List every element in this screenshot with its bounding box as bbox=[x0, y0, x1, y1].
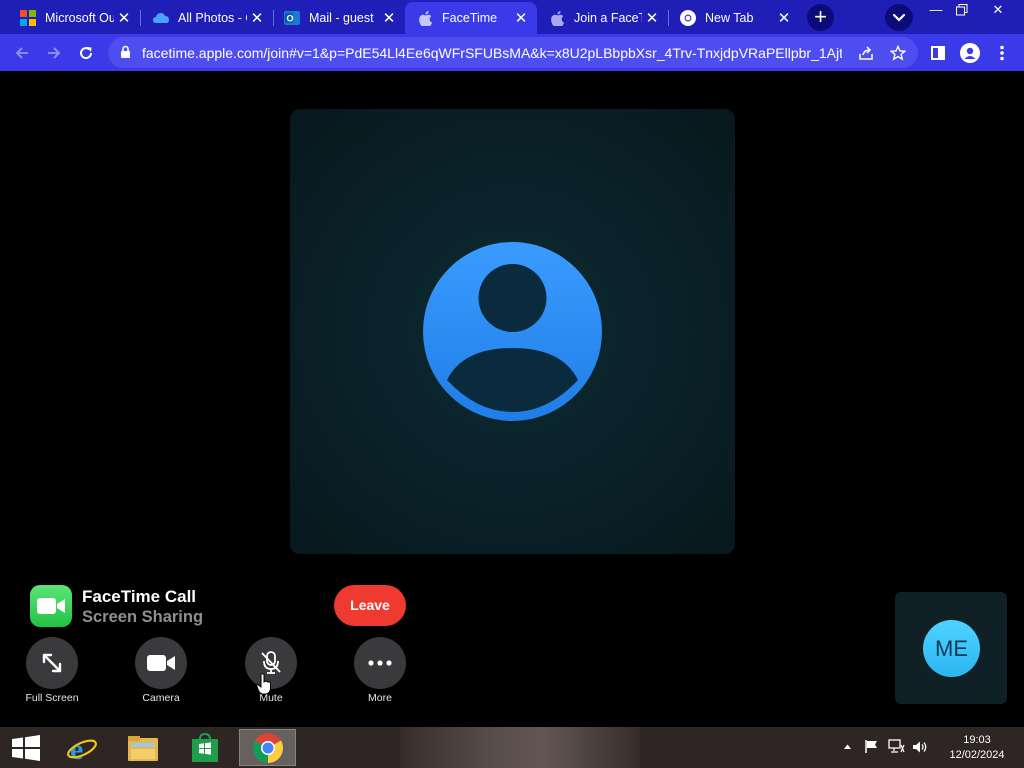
leave-call-button[interactable]: Leave bbox=[334, 585, 406, 626]
control-label: Camera bbox=[142, 692, 180, 704]
taskbar-store[interactable] bbox=[179, 729, 231, 766]
chevron-down-icon bbox=[892, 13, 906, 22]
self-avatar: ME bbox=[923, 620, 980, 677]
remote-participant-tile bbox=[290, 109, 735, 554]
forward-button[interactable] bbox=[40, 39, 68, 67]
clock-time: 19:03 bbox=[963, 734, 991, 746]
camera-control[interactable]: Camera bbox=[131, 637, 191, 704]
browser-tab-strip: Microsoft Ou ✕ All Photos - C ✕ O Mail -… bbox=[0, 0, 1024, 34]
tab-title: FaceTime bbox=[442, 11, 498, 25]
clock-date: 12/02/2024 bbox=[949, 749, 1005, 761]
microsoft-icon bbox=[20, 10, 36, 26]
tab-title: Mail - guest bbox=[309, 11, 374, 25]
reload-button[interactable] bbox=[72, 39, 100, 67]
show-hidden-icons[interactable] bbox=[843, 740, 852, 754]
svg-text:O: O bbox=[287, 14, 294, 24]
call-subtitle: Screen Sharing bbox=[82, 608, 204, 626]
windows-logo-icon bbox=[12, 734, 40, 761]
self-view-tile[interactable]: ME bbox=[895, 592, 1007, 704]
facetime-app-icon bbox=[30, 585, 72, 627]
network-icon[interactable] bbox=[888, 739, 905, 757]
facetime-call-view: FaceTime Call Screen Sharing Leave Full … bbox=[0, 71, 1024, 727]
call-title: FaceTime Call bbox=[82, 587, 197, 606]
more-button[interactable] bbox=[354, 637, 406, 689]
arrow-right-icon bbox=[48, 47, 61, 59]
side-panel-icon bbox=[931, 46, 945, 60]
camera-button[interactable] bbox=[135, 637, 187, 689]
lock-icon bbox=[121, 45, 130, 58]
tab-title: All Photos - C bbox=[178, 11, 247, 25]
close-window-button[interactable]: ✕ bbox=[982, 0, 1014, 22]
taskbar-file-explorer[interactable] bbox=[117, 729, 169, 766]
taskbar-clock[interactable]: 19:03 12/02/2024 bbox=[944, 733, 1010, 763]
hand-cursor-icon bbox=[256, 673, 271, 695]
camera-icon bbox=[147, 655, 175, 671]
tab-all-photos[interactable]: All Photos - C ✕ bbox=[141, 2, 273, 34]
taskbar-background bbox=[400, 727, 640, 768]
close-tab-icon[interactable]: ✕ bbox=[379, 8, 399, 28]
kebab-menu-icon bbox=[1000, 45, 1004, 61]
restore-window-button[interactable] bbox=[946, 0, 978, 22]
taskbar-chrome[interactable] bbox=[239, 729, 296, 766]
close-tab-icon[interactable]: ✕ bbox=[774, 8, 794, 28]
tab-microsoft-outlook[interactable]: Microsoft Ou ✕ bbox=[0, 2, 140, 34]
tab-facetime[interactable]: FaceTime ✕ bbox=[405, 2, 537, 34]
more-control[interactable]: More bbox=[350, 637, 410, 704]
url-text: facetime.apple.com/join#v=1&p=PdE54Ll4Ee… bbox=[142, 45, 842, 61]
control-label: More bbox=[368, 692, 392, 704]
volume-icon[interactable] bbox=[912, 740, 929, 757]
mic-muted-icon bbox=[261, 651, 281, 674]
tab-title: Microsoft Ou bbox=[45, 11, 114, 25]
address-bar[interactable]: facetime.apple.com/join#v=1&p=PdE54Ll4Ee… bbox=[108, 37, 918, 68]
full-screen-control[interactable]: Full Screen bbox=[22, 637, 82, 704]
internet-explorer-icon: e bbox=[67, 733, 97, 764]
windows-taskbar: e 19:03 12/02/2024 bbox=[0, 727, 1024, 768]
tab-mail[interactable]: O Mail - guest ✕ bbox=[274, 2, 405, 34]
person-placeholder-icon bbox=[423, 242, 602, 421]
action-center-flag-icon[interactable] bbox=[864, 739, 879, 757]
close-tab-icon[interactable]: ✕ bbox=[114, 8, 134, 28]
side-panel-button[interactable] bbox=[924, 39, 952, 67]
arrow-left-icon bbox=[15, 47, 28, 59]
close-tab-icon[interactable]: ✕ bbox=[511, 8, 531, 28]
tab-search-button[interactable] bbox=[885, 4, 913, 31]
chrome-icon bbox=[680, 10, 696, 26]
close-tab-icon[interactable]: ✕ bbox=[642, 8, 662, 28]
tab-title: New Tab bbox=[705, 11, 754, 25]
tab-title: Join a FaceTi bbox=[574, 11, 642, 25]
new-tab-button[interactable]: + bbox=[807, 4, 834, 31]
fullscreen-icon bbox=[42, 653, 62, 673]
share-icon[interactable] bbox=[856, 43, 876, 63]
chrome-icon bbox=[252, 732, 283, 763]
reload-icon bbox=[80, 47, 93, 60]
control-label: Full Screen bbox=[25, 692, 79, 704]
onedrive-icon bbox=[153, 10, 169, 26]
store-icon bbox=[192, 732, 218, 762]
apple-icon bbox=[417, 10, 433, 26]
browser-menu-button[interactable] bbox=[988, 39, 1016, 67]
full-screen-button[interactable] bbox=[26, 637, 78, 689]
more-icon bbox=[368, 660, 392, 666]
close-tab-icon[interactable]: ✕ bbox=[247, 8, 267, 28]
browser-toolbar: facetime.apple.com/join#v=1&p=PdE54Ll4Ee… bbox=[0, 34, 1024, 71]
tab-new-tab[interactable]: New Tab ✕ bbox=[669, 2, 800, 34]
outlook-icon: O bbox=[284, 10, 300, 26]
tab-join-facetime[interactable]: Join a FaceTi ✕ bbox=[537, 2, 668, 34]
taskbar-internet-explorer[interactable]: e bbox=[56, 729, 108, 766]
profile-button[interactable] bbox=[956, 39, 984, 67]
bookmark-star-icon[interactable] bbox=[888, 43, 908, 63]
profile-icon bbox=[960, 43, 980, 63]
start-button[interactable] bbox=[0, 729, 52, 766]
chevron-up-icon bbox=[844, 744, 851, 749]
back-button[interactable] bbox=[8, 39, 36, 67]
apple-icon bbox=[549, 10, 565, 26]
folder-icon bbox=[128, 735, 158, 761]
